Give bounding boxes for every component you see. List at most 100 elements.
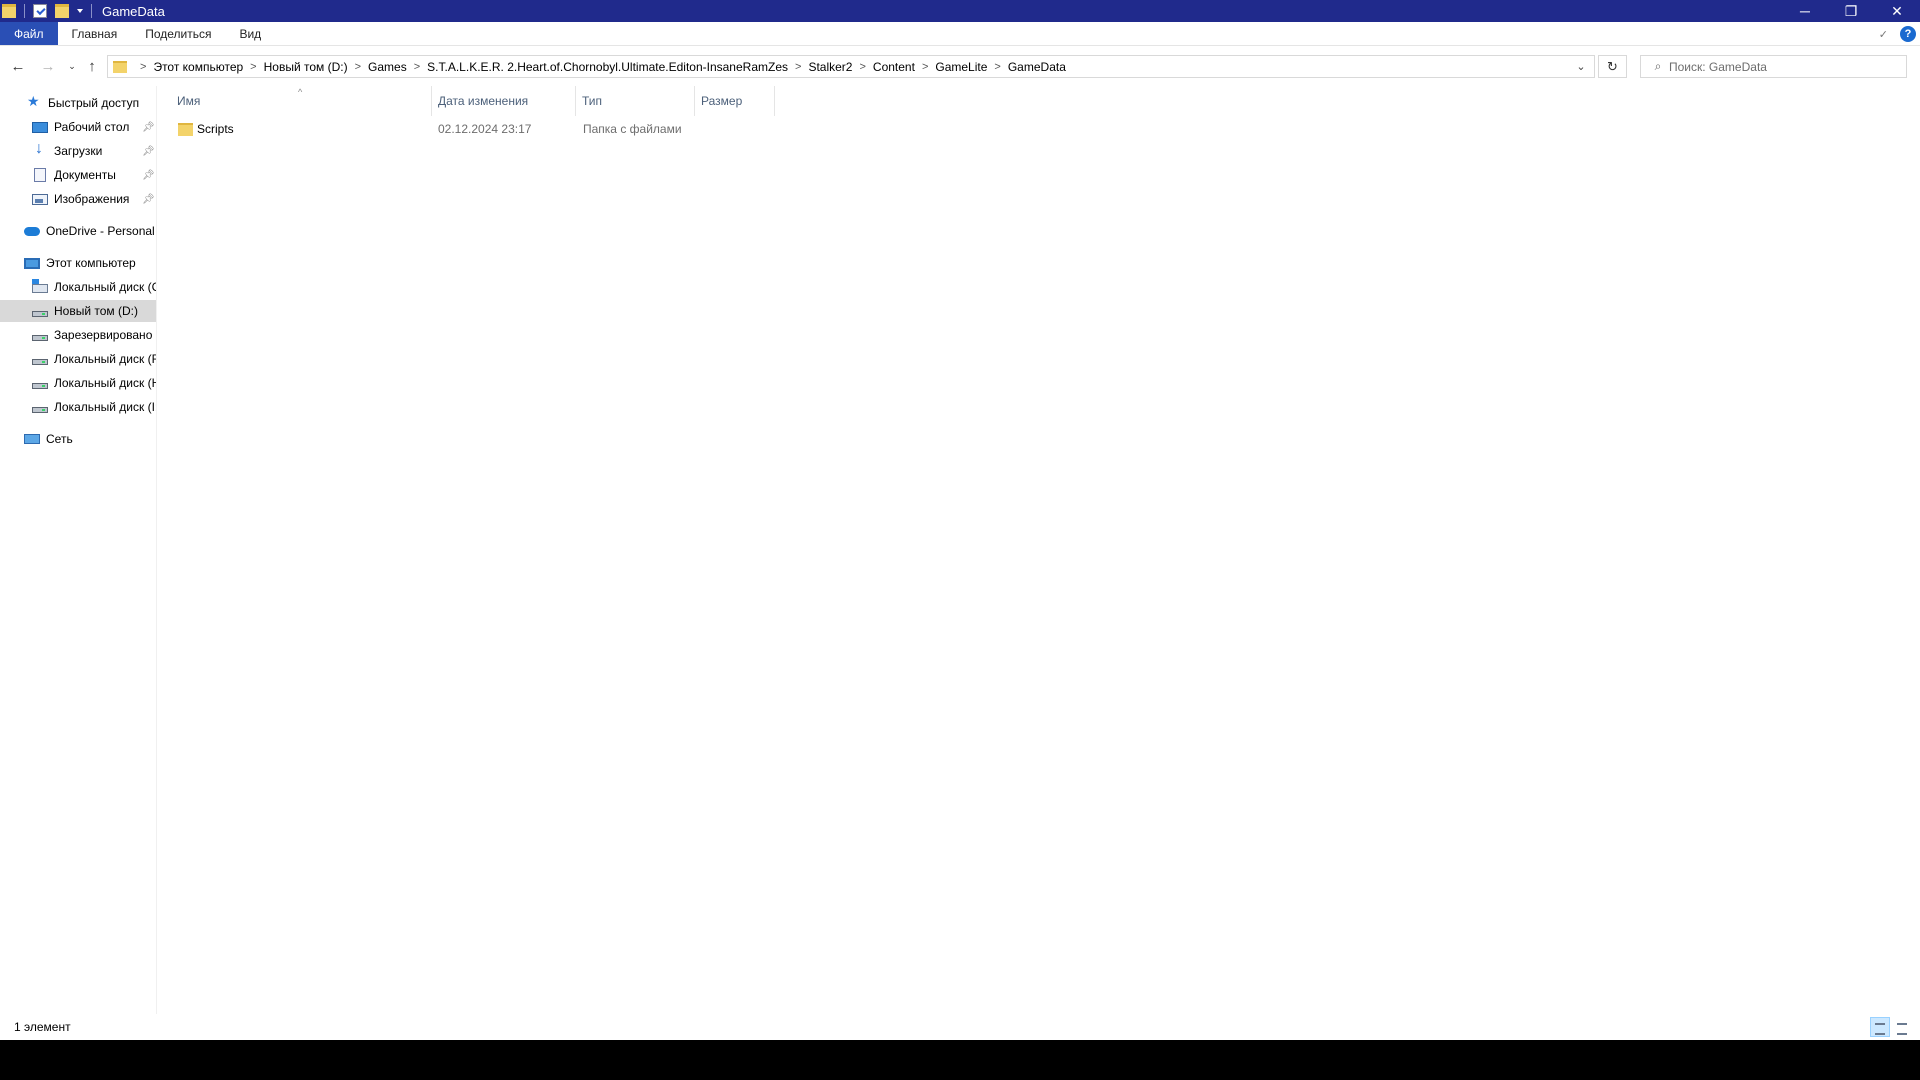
nav-label: Быстрый доступ xyxy=(48,96,140,110)
nav-label: Новый том (D:) xyxy=(54,304,138,318)
column-header-name[interactable]: Имя xyxy=(171,86,432,116)
breadcrumb-this-pc[interactable]: Этот компьютер xyxy=(153,60,243,74)
pin-icon[interactable]: 📌︎ xyxy=(142,122,155,133)
nav-drive-d[interactable]: Новый том (D:) xyxy=(0,300,156,322)
documents-icon xyxy=(34,168,46,182)
nav-item-downloads[interactable]: Загрузки 📌︎ xyxy=(0,140,156,162)
customize-toolbar-chevron-icon[interactable] xyxy=(77,9,83,13)
breadcrumb-chevron-icon[interactable]: > xyxy=(355,61,361,73)
tab-share[interactable]: Поделиться xyxy=(131,22,225,45)
nav-item-desktop[interactable]: Рабочий стол 📌︎ xyxy=(0,116,156,138)
nav-item-documents[interactable]: Документы 📌︎ xyxy=(0,164,156,186)
search-icon: ⌕ xyxy=(1654,59,1662,73)
details-view-icon[interactable] xyxy=(1870,1017,1890,1037)
up-arrow-icon[interactable]: ↑ xyxy=(82,56,102,76)
drive-icon xyxy=(32,335,48,341)
taskbar xyxy=(0,1040,1920,1080)
nav-label: OneDrive - Personal xyxy=(46,224,155,238)
column-header-date[interactable]: Дата изменения xyxy=(432,86,576,116)
refresh-button[interactable]: ↻ xyxy=(1598,55,1627,78)
breadcrumb-chevron-icon[interactable]: > xyxy=(994,61,1000,73)
properties-icon[interactable] xyxy=(33,4,47,18)
breadcrumb-chevron-icon[interactable]: > xyxy=(140,61,146,73)
breadcrumb-chevron-icon[interactable]: > xyxy=(250,61,256,73)
breadcrumb-stalker-folder[interactable]: S.T.A.L.K.E.R. 2.Heart.of.Chornobyl.Ulti… xyxy=(427,60,788,74)
nav-label: Локальный диск (C xyxy=(54,280,157,294)
nav-label: Загрузки xyxy=(54,144,103,158)
nav-drive-f[interactable]: Локальный диск (F xyxy=(0,348,157,370)
breadcrumb-drive-d[interactable]: Новый том (D:) xyxy=(264,60,348,74)
tab-view[interactable]: Вид xyxy=(225,22,275,45)
view-switcher xyxy=(1868,1017,1912,1037)
address-bar[interactable]: > Этот компьютер > Новый том (D:) > Game… xyxy=(107,55,1595,78)
item-count: 1 элемент xyxy=(14,1020,71,1034)
nav-quick-access[interactable]: Быстрый доступ xyxy=(0,92,156,114)
drive-icon xyxy=(32,407,48,413)
nav-label: Локальный диск (H xyxy=(54,376,157,390)
nav-label: Этот компьютер xyxy=(46,256,136,270)
ribbon-right: ✓ ? xyxy=(1879,22,1920,46)
breadcrumb-games[interactable]: Games xyxy=(368,60,407,74)
large-icons-view-icon[interactable] xyxy=(1892,1017,1912,1037)
nav-drive-i[interactable]: Локальный диск (I: xyxy=(0,396,157,418)
tab-home[interactable]: Главная xyxy=(58,22,132,45)
window-title: GameData xyxy=(102,3,165,19)
breadcrumb-chevron-icon[interactable]: > xyxy=(795,61,801,73)
title-bar: GameData ─ ❐ ✕ xyxy=(0,0,1920,22)
nav-label: Документы xyxy=(54,168,116,182)
explorer-window: GameData ─ ❐ ✕ Файл Главная Поделиться В… xyxy=(0,0,1920,1040)
search-box[interactable]: ⌕ xyxy=(1640,55,1907,78)
breadcrumb-chevron-icon[interactable]: > xyxy=(414,61,420,73)
nav-label: Локальный диск (I: xyxy=(54,400,157,414)
nav-item-pictures[interactable]: Изображения 📌︎ xyxy=(0,188,156,210)
breadcrumb-chevron-icon[interactable]: > xyxy=(922,61,928,73)
expand-ribbon-chevron-icon[interactable]: ✓ xyxy=(1879,28,1888,41)
breadcrumb-content[interactable]: Content xyxy=(873,60,915,74)
computer-icon xyxy=(24,257,40,269)
pin-icon[interactable]: 📌︎ xyxy=(142,170,155,181)
nav-onedrive[interactable]: OneDrive - Personal xyxy=(0,220,156,242)
pin-icon[interactable]: 📌︎ xyxy=(142,146,155,157)
nav-drive-h[interactable]: Локальный диск (H xyxy=(0,372,157,394)
column-header-type[interactable]: Тип xyxy=(576,86,695,116)
search-input[interactable] xyxy=(1669,59,1889,74)
pictures-icon xyxy=(32,193,48,205)
new-folder-icon[interactable] xyxy=(55,4,69,18)
star-icon xyxy=(26,93,42,110)
ribbon-tabs: Файл Главная Поделиться Вид ✓ ? xyxy=(0,22,1920,46)
nav-drive-c[interactable]: Локальный диск (C xyxy=(0,276,157,298)
drive-icon xyxy=(32,311,48,317)
toolbar-divider xyxy=(24,4,25,18)
windows-drive-icon xyxy=(32,279,48,293)
breadcrumb-gamelite[interactable]: GameLite xyxy=(935,60,987,74)
breadcrumb-chevron-icon[interactable]: > xyxy=(859,61,865,73)
pin-icon[interactable]: 📌︎ xyxy=(142,194,155,205)
nav-label: Зарезервировано с xyxy=(54,328,157,342)
column-header-size[interactable]: Размер xyxy=(695,86,775,116)
table-row[interactable]: Scripts 02.12.2024 23:17 Папка с файлами xyxy=(172,118,772,140)
status-bar: 1 элемент xyxy=(0,1014,1920,1040)
nav-this-pc[interactable]: Этот компьютер xyxy=(0,252,156,274)
file-list-pane[interactable]: ^ Имя Дата изменения Тип Размер Scripts … xyxy=(158,86,1920,1014)
address-history-chevron-icon[interactable]: ⌄ xyxy=(1568,56,1594,77)
folder-icon xyxy=(113,60,127,73)
help-icon[interactable]: ? xyxy=(1900,26,1916,42)
recent-locations-chevron-icon[interactable]: ⌄ xyxy=(62,56,82,76)
nav-label: Локальный диск (F xyxy=(54,352,157,366)
nav-network[interactable]: Сеть xyxy=(0,428,156,450)
navigation-pane[interactable]: Быстрый доступ Рабочий стол 📌︎ Загрузки … xyxy=(0,86,157,1014)
forward-arrow-icon[interactable]: → xyxy=(38,56,58,76)
folder-icon xyxy=(178,122,193,136)
breadcrumb-stalker2[interactable]: Stalker2 xyxy=(808,60,852,74)
tab-file[interactable]: Файл xyxy=(0,22,58,45)
breadcrumb-gamedata[interactable]: GameData xyxy=(1008,60,1066,74)
minimize-button[interactable]: ─ xyxy=(1782,0,1828,22)
address-row: ← → ⌄ ↑ > Этот компьютер > Новый том (D:… xyxy=(0,46,1920,86)
back-arrow-icon[interactable]: ← xyxy=(8,56,28,76)
file-date: 02.12.2024 23:17 xyxy=(438,122,532,136)
close-button[interactable]: ✕ xyxy=(1874,0,1920,22)
nav-drive-reserved[interactable]: Зарезервировано с xyxy=(0,324,157,346)
desktop-icon xyxy=(32,121,48,133)
download-icon xyxy=(32,140,48,158)
restore-button[interactable]: ❐ xyxy=(1828,0,1874,22)
